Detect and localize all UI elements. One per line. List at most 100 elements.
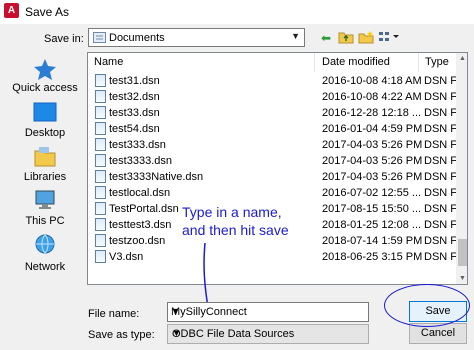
- column-divider[interactable]: [314, 53, 315, 72]
- file-date: 2018-01-25 12:08 ...: [322, 219, 422, 231]
- file-name: testzoo.dsn: [109, 235, 166, 247]
- file-type: DSN Fi: [424, 155, 456, 167]
- file-row[interactable]: testlocal.dsn 2016-07-02 12:55 ... DSN Fi: [88, 185, 456, 201]
- file-row[interactable]: test54.dsn 2016-01-04 4:59 PM DSN Fi: [88, 121, 456, 137]
- save-as-type-label: Save as type:: [88, 329, 155, 341]
- save-in-value: Documents: [109, 32, 165, 44]
- file-type: DSN Fi: [424, 91, 456, 103]
- file-name-label: File name:: [88, 308, 140, 320]
- computer-icon: [35, 190, 55, 209]
- file-name: test333.dsn: [109, 139, 166, 151]
- file-row[interactable]: test3333.dsn 2017-04-03 5:26 PM DSN Fi: [88, 153, 456, 169]
- file-type: DSN Fi: [424, 75, 456, 87]
- column-header-type[interactable]: Type: [425, 56, 449, 68]
- place-network[interactable]: Network: [6, 233, 84, 273]
- file-name: testtest3.dsn: [109, 219, 172, 231]
- file-date: 2016-07-02 12:55 ...: [322, 187, 422, 199]
- place-desktop[interactable]: Desktop: [6, 102, 84, 142]
- file-date: 2018-07-14 1:59 PM: [322, 235, 423, 247]
- views-menu-icon[interactable]: [378, 30, 400, 47]
- file-name: test32.dsn: [109, 91, 160, 103]
- scroll-down-icon[interactable]: ▼: [456, 273, 467, 284]
- places-bar: Quick access Desktop Libraries This PC N…: [6, 52, 84, 284]
- file-type: DSN Fi: [424, 171, 456, 183]
- back-arrow-icon[interactable]: ⬅: [318, 30, 334, 47]
- file-icon: [95, 186, 106, 199]
- file-type: DSN Fi: [424, 107, 456, 119]
- file-date: 2017-08-15 15:50 ...: [322, 203, 422, 215]
- chevron-down-icon[interactable]: ▼: [171, 306, 365, 316]
- file-name: test3333.dsn: [109, 155, 172, 167]
- file-icon: [95, 122, 106, 135]
- up-folder-icon[interactable]: [338, 30, 354, 47]
- desktop-icon: [33, 102, 57, 122]
- file-list[interactable]: Name Date modified Type test31.dsn 2016-1…: [87, 52, 468, 285]
- column-divider[interactable]: [418, 53, 419, 72]
- file-type: DSN Fi: [424, 187, 456, 199]
- file-icon: [95, 218, 106, 231]
- scroll-up-icon[interactable]: ▲: [456, 53, 467, 65]
- file-type: DSN Fi: [424, 235, 456, 247]
- file-row[interactable]: test31.dsn 2016-10-08 4:18 AM DSN Fi: [88, 73, 456, 89]
- window-title: Save As: [25, 5, 70, 19]
- file-name: test31.dsn: [109, 75, 160, 87]
- place-quick-access[interactable]: Quick access: [6, 58, 84, 98]
- file-row[interactable]: test3333Native.dsn 2017-04-03 5:26 PM DSN …: [88, 169, 456, 185]
- vertical-scrollbar[interactable]: ▲ ▼: [456, 53, 467, 284]
- star-icon: [34, 59, 56, 80]
- file-list-header: Name Date modified Type: [88, 53, 467, 72]
- file-name-input[interactable]: MySillyConnect ▼: [167, 302, 369, 322]
- file-type: DSN Fi: [424, 203, 456, 215]
- file-name: test33.dsn: [109, 107, 160, 119]
- file-row[interactable]: V3.dsn 2018-06-25 3:15 PM DSN Fi: [88, 249, 456, 265]
- save-button[interactable]: Save: [409, 301, 467, 322]
- file-name: test3333Native.dsn: [109, 171, 204, 183]
- save-in-label: Save in:: [44, 33, 84, 45]
- file-icon: [95, 170, 106, 183]
- app-icon: A: [4, 3, 19, 18]
- place-label: This PC: [25, 215, 65, 227]
- place-label: Quick access: [12, 82, 78, 94]
- annotation-line-2: and then hit save: [182, 222, 289, 238]
- title-bar: A Save As: [0, 0, 474, 24]
- file-icon: [95, 74, 106, 87]
- cancel-button[interactable]: Cancel: [409, 323, 467, 344]
- file-icon: [95, 154, 106, 167]
- file-date: 2017-04-03 5:26 PM: [322, 171, 423, 183]
- file-date: 2017-04-03 5:26 PM: [322, 139, 423, 151]
- annotation-text: Type in a name, and then hit save: [182, 203, 289, 239]
- file-type: DSN Fi: [424, 123, 456, 135]
- file-date: 2016-10-08 4:18 AM: [322, 75, 422, 87]
- place-libraries[interactable]: Libraries: [6, 145, 84, 185]
- file-type: DSN Fi: [424, 251, 456, 263]
- file-row[interactable]: test333.dsn 2017-04-03 5:26 PM DSN Fi: [88, 137, 456, 153]
- place-this-pc[interactable]: This PC: [6, 189, 84, 229]
- file-icon: [95, 138, 106, 151]
- file-name: testlocal.dsn: [109, 187, 171, 199]
- scrollbar-thumb[interactable]: [458, 239, 467, 266]
- file-icon: [95, 106, 106, 119]
- file-row[interactable]: test33.dsn 2016-12-28 12:18 ... DSN Fi: [88, 105, 456, 121]
- save-as-dialog: A Save As Save in: Documents ▼ ⬅ Quick a…: [0, 0, 474, 350]
- documents-folder-icon: [93, 32, 106, 43]
- libraries-icon: [34, 147, 56, 167]
- file-name: test54.dsn: [109, 123, 160, 135]
- new-folder-icon[interactable]: [358, 30, 374, 47]
- place-label: Desktop: [24, 127, 66, 139]
- file-icon: [95, 234, 106, 247]
- place-label: Libraries: [23, 171, 67, 183]
- place-label: Network: [24, 261, 66, 273]
- column-header-date[interactable]: Date modified: [322, 56, 390, 68]
- annotation-line-1: Type in a name,: [182, 204, 282, 220]
- file-row[interactable]: test32.dsn 2016-10-08 4:22 AM DSN Fi: [88, 89, 456, 105]
- save-as-type-select[interactable]: ODBC File Data Sources ▼: [167, 324, 369, 344]
- column-header-name[interactable]: Name: [94, 56, 123, 68]
- file-date: 2016-12-28 12:18 ...: [322, 107, 422, 119]
- file-date: 2016-10-08 4:22 AM: [322, 91, 422, 103]
- file-icon: [95, 90, 106, 103]
- file-date: 2018-06-25 3:15 PM: [322, 251, 423, 263]
- file-date: 2016-01-04 4:59 PM: [322, 123, 423, 135]
- file-icon: [95, 202, 106, 215]
- file-type: DSN Fi: [424, 139, 456, 151]
- save-in-dropdown[interactable]: Documents ▼: [88, 28, 305, 47]
